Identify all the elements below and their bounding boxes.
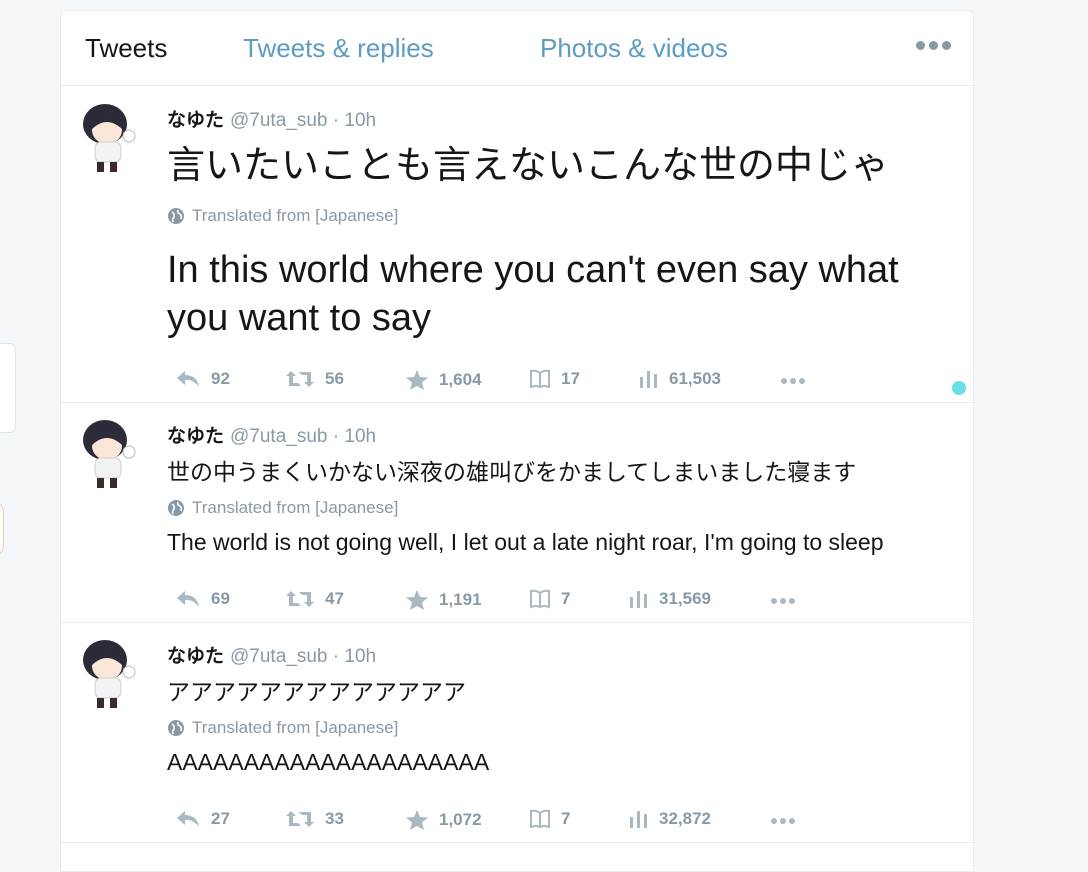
- like-button[interactable]: 1,604: [405, 369, 482, 391]
- reply-icon: [177, 591, 199, 607]
- reply-count: 69: [211, 589, 230, 608]
- analytics-icon: [630, 811, 647, 828]
- retweet-count: 33: [325, 809, 344, 828]
- status-dot: [952, 381, 966, 395]
- retweet-button[interactable]: 33: [285, 809, 344, 829]
- retweet-count: 47: [325, 589, 344, 608]
- tweet-text-translated: The world is not going well, I let out a…: [167, 529, 884, 555]
- profile-tabs: Tweets Tweets & replies Photos & videos: [61, 11, 973, 86]
- translation-label-text: Translated from [Japanese]: [192, 718, 399, 737]
- tab-tweets-and-replies[interactable]: Tweets & replies: [243, 33, 434, 64]
- retweet-button[interactable]: 56: [285, 369, 344, 389]
- analytics-button[interactable]: 61,503: [637, 369, 721, 389]
- translation-label: Translated from [Japanese]: [167, 498, 398, 518]
- user-handle[interactable]: @7uta_sub: [230, 426, 327, 447]
- bookmark-button[interactable]: 17: [529, 369, 580, 389]
- more-dots-icon[interactable]: [771, 818, 795, 824]
- retweet-icon: [286, 811, 314, 827]
- views-count: 61,503: [669, 369, 721, 388]
- analytics-icon: [640, 371, 657, 388]
- user-handle[interactable]: @7uta_sub: [230, 110, 327, 131]
- like-count: 1,072: [439, 810, 482, 829]
- tweet-actions: 69 47 1,191 7 31,569: [175, 589, 895, 613]
- analytics-button[interactable]: 31,569: [627, 589, 711, 609]
- tab-photos-and-videos[interactable]: Photos & videos: [540, 33, 728, 64]
- bookmark-count: 7: [561, 809, 571, 828]
- translation-label-text: Translated from [Japanese]: [192, 206, 399, 225]
- user-name[interactable]: なゆた: [167, 646, 224, 667]
- bookmark-count: 17: [561, 369, 580, 388]
- tweet-item[interactable]: なゆた @7uta_sub · 10h アアアアアアアアアアアアア Transla…: [61, 622, 973, 843]
- tweet-header: なゆた @7uta_sub · 10h: [167, 421, 376, 448]
- tweet-item[interactable]: なゆた @7uta_sub · 10h 言いたいことも言えないこんな世の中じゃ T…: [61, 86, 973, 403]
- more-dots-icon[interactable]: [781, 378, 805, 384]
- reply-count: 92: [211, 369, 230, 388]
- bookmark-count: 7: [561, 589, 571, 608]
- like-count: 1,604: [439, 370, 482, 389]
- like-count: 1,191: [439, 590, 482, 609]
- views-count: 32,872: [659, 809, 711, 828]
- tweet-text-translated: AAAAAAAAAAAAAAAAAAAAA: [167, 749, 490, 775]
- tweet-header: なゆた @7uta_sub · 10h: [167, 641, 376, 668]
- tweet-text-original: アアアアアアアアアアアアア: [167, 679, 466, 705]
- tweet-actions: 27 33 1,072 7 32,872: [175, 809, 895, 833]
- reply-icon: [177, 371, 199, 387]
- tweet-timeline: Tweets Tweets & replies Photos & videos …: [60, 10, 974, 872]
- more-dots-icon[interactable]: [771, 598, 795, 604]
- tweet-actions: 92 56 1,604 17 61,503: [175, 369, 895, 393]
- star-icon: [406, 370, 428, 390]
- side-avatar-circle: [0, 500, 4, 558]
- bookmark-button[interactable]: 7: [529, 809, 570, 829]
- tweet-item[interactable]: なゆた @7uta_sub · 10h 世の中うまくいかない深夜の雄叫びをかまして…: [61, 402, 973, 623]
- translation-label-text: Translated from [Japanese]: [192, 498, 399, 517]
- star-icon: [406, 590, 428, 610]
- user-name[interactable]: なゆた: [167, 426, 224, 447]
- tweet-time[interactable]: · 10h: [333, 426, 376, 447]
- translation-label: Translated from [Japanese]: [167, 206, 398, 226]
- tweet-time[interactable]: · 10h: [333, 646, 376, 667]
- book-icon: [530, 589, 550, 609]
- reply-icon: [177, 811, 199, 827]
- user-name[interactable]: なゆた: [167, 110, 224, 131]
- analytics-button[interactable]: 32,872: [627, 809, 711, 829]
- reply-button[interactable]: 27: [175, 809, 230, 829]
- avatar[interactable]: [77, 100, 141, 176]
- tweet-time[interactable]: · 10h: [333, 110, 376, 131]
- views-count: 31,569: [659, 589, 711, 608]
- user-handle[interactable]: @7uta_sub: [230, 646, 327, 667]
- like-button[interactable]: 1,191: [405, 589, 482, 611]
- reply-count: 27: [211, 809, 230, 828]
- retweet-icon: [286, 591, 314, 607]
- retweet-icon: [286, 371, 314, 387]
- retweet-count: 56: [325, 369, 344, 388]
- book-icon: [530, 369, 550, 389]
- analytics-icon: [630, 591, 647, 608]
- globe-icon: [168, 208, 184, 224]
- bookmark-button[interactable]: 7: [529, 589, 570, 609]
- more-dots-icon[interactable]: [916, 41, 951, 50]
- retweet-button[interactable]: 47: [285, 589, 344, 609]
- tweet-header: なゆた @7uta_sub · 10h: [167, 105, 376, 132]
- side-panel-card: [0, 343, 16, 433]
- reply-button[interactable]: 92: [175, 369, 230, 389]
- globe-icon: [168, 500, 184, 516]
- avatar[interactable]: [77, 416, 141, 492]
- reply-button[interactable]: 69: [175, 589, 230, 609]
- star-icon: [406, 810, 428, 830]
- tab-tweets[interactable]: Tweets: [85, 33, 167, 64]
- globe-icon: [168, 720, 184, 736]
- tweet-text-original: 世の中うまくいかない深夜の雄叫びをかましてしまいました寝ます: [167, 459, 857, 485]
- tweet-text-original: 言いたいことも言えないこんな世の中じゃ: [167, 145, 890, 187]
- book-icon: [530, 809, 550, 829]
- like-button[interactable]: 1,072: [405, 809, 482, 831]
- avatar[interactable]: [77, 636, 141, 712]
- tweet-text-translated: In this world where you can't even say w…: [167, 249, 899, 339]
- translation-label: Translated from [Japanese]: [167, 718, 398, 738]
